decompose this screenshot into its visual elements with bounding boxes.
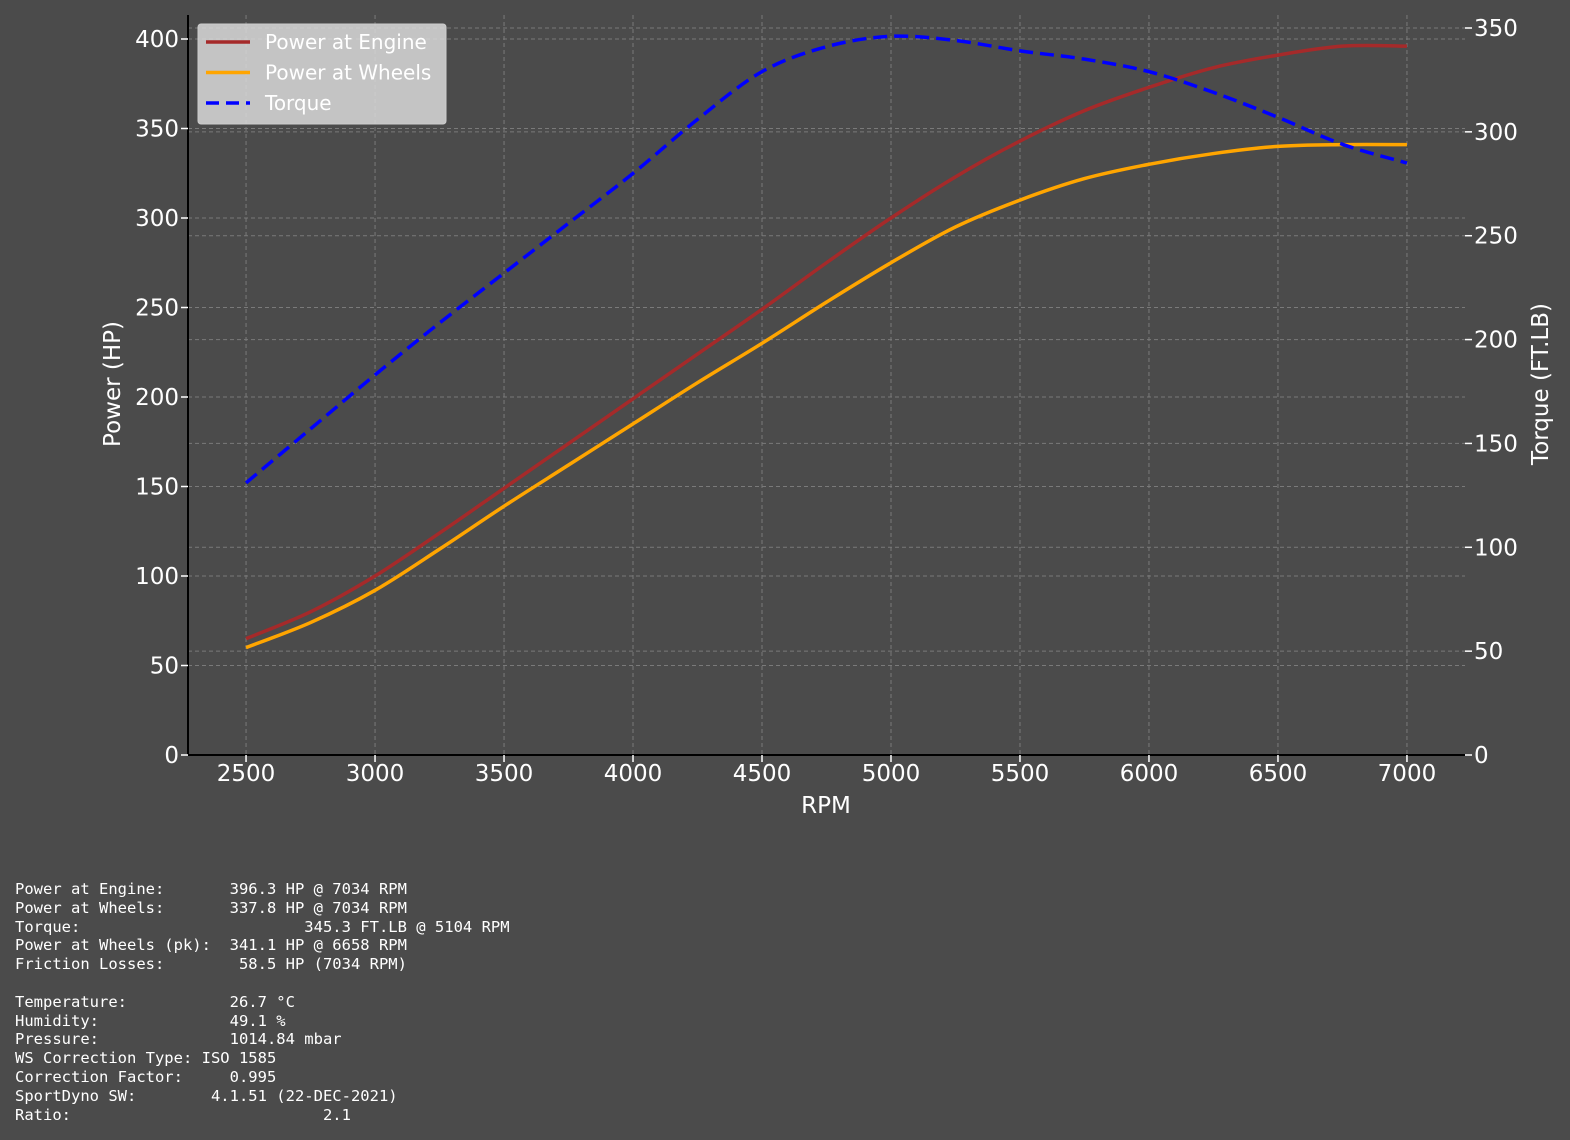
stat-line: Torque: 345.3 FT.LB @ 5104 RPM: [15, 917, 510, 936]
y2-tick-label: 100: [1474, 535, 1518, 561]
x-tick-label: 7000: [1378, 761, 1437, 787]
series-line-1: [245, 142, 1407, 650]
y2-tick-label: 350: [1474, 16, 1518, 42]
grid-layer: [188, 15, 1465, 755]
dyno-stats-block: Power at Engine: 396.3 HP @ 7034 RPM Powe…: [15, 880, 510, 1124]
legend-label-2: Torque: [264, 91, 332, 115]
y-tick-label: 300: [135, 206, 179, 232]
stat-line: SportDyno SW: 4.1.51 (22-DEC-2021): [15, 1086, 398, 1105]
stat-line: Power at Engine: 396.3 HP @ 7034 RPM: [15, 880, 407, 898]
stat-line: Friction Losses: 58.5 HP (7034 RPM): [15, 955, 407, 974]
stat-line: Temperature: 26.7 °C: [15, 992, 295, 1011]
x-tick-label: 3500: [475, 761, 534, 787]
x-tick-label: 4500: [733, 761, 792, 787]
y2-tick-label: 0: [1474, 743, 1489, 769]
x-axis-label: RPM: [801, 793, 851, 819]
y-tick-label: 250: [135, 296, 179, 322]
y2-tick-label: 300: [1474, 120, 1518, 146]
y-tick-label: 200: [135, 385, 179, 411]
y2-tick-label: 250: [1474, 224, 1518, 250]
stat-line: Power at Wheels: 337.8 HP @ 7034 RPM: [15, 898, 407, 917]
legend: Power at Engine Power at Wheels Torque: [197, 23, 447, 125]
dyno-chart: 2500 3000 3500 4000 4500 5000 5500 6000 6500 7000…: [100, 15, 1554, 819]
y-tick-label: 350: [135, 117, 179, 143]
stat-line: Humidity: 49.1 %: [15, 1011, 286, 1030]
axes-layer: [187, 15, 1465, 756]
x-tick-label: 5500: [991, 761, 1050, 787]
y2-axis-label: Torque (FT.LB): [1528, 303, 1554, 466]
legend-label-1: Power at Wheels: [265, 61, 431, 85]
series-layer: [244, 34, 1408, 650]
y2-tick-label: 50: [1474, 639, 1503, 665]
stat-line: [15, 974, 510, 993]
stat-line: Pressure: 1014.84 mbar: [15, 1030, 342, 1049]
x-tick-label: 4000: [604, 761, 663, 787]
y2-tick-label: 200: [1474, 328, 1518, 354]
stat-line: WS Correction Type: ISO 1585: [15, 1049, 277, 1068]
legend-label-0: Power at Engine: [265, 30, 427, 54]
x-tick-label: 5000: [862, 761, 921, 787]
y-tick-label: 0: [164, 743, 179, 769]
stat-line: Power at Wheels (pk): 341.1 HP @ 6658 RP…: [15, 936, 407, 955]
x-tick-label: 3000: [346, 761, 405, 787]
stat-line: Ratio: 2.1: [15, 1105, 351, 1124]
y-tick-label: 400: [135, 27, 179, 53]
y-axis-label: Power (HP): [100, 321, 126, 447]
y-tick-label: 100: [135, 564, 179, 590]
x-tick-label: 6500: [1249, 761, 1308, 787]
y-tick-label: 150: [135, 475, 179, 501]
stat-line: Correction Factor: 0.995: [15, 1067, 277, 1086]
x-tick-label: 2500: [217, 761, 276, 787]
y-tick-label: 50: [150, 654, 179, 680]
y2-tick-label: 150: [1474, 431, 1518, 457]
series-line-0: [245, 43, 1407, 641]
x-tick-label: 6000: [1120, 761, 1179, 787]
